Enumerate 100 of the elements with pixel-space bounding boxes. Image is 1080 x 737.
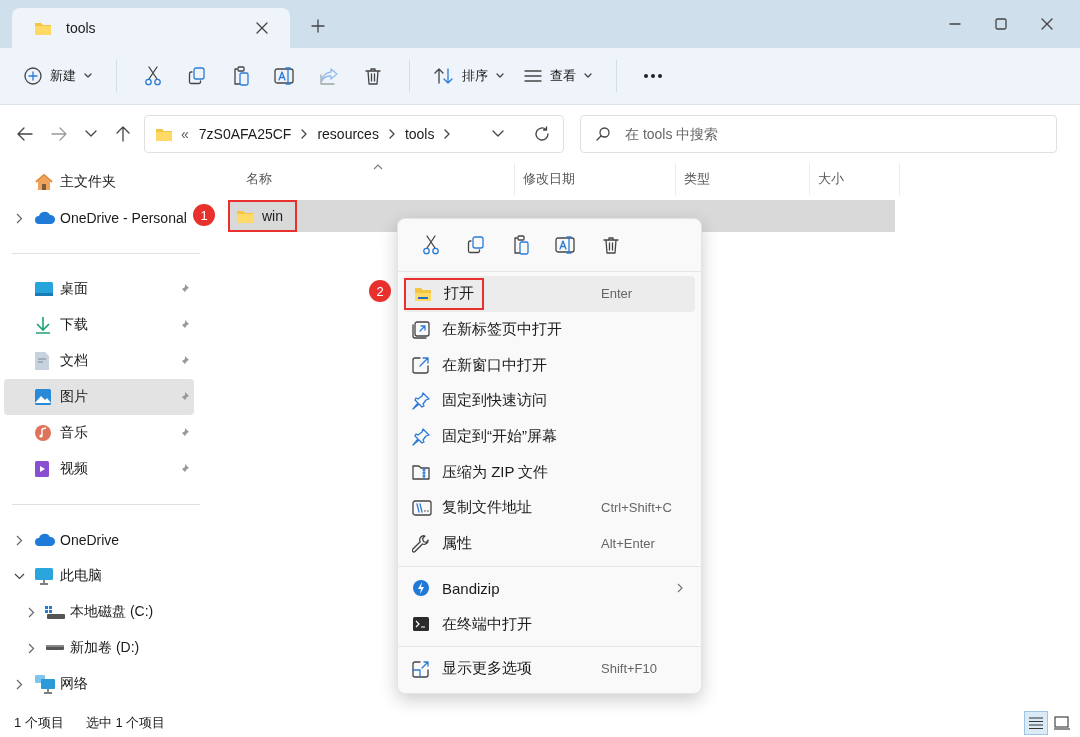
shortcut-text: Enter bbox=[601, 286, 634, 302]
menu-label: 打开 bbox=[444, 284, 474, 304]
column-header[interactable]: 大小 bbox=[810, 163, 900, 195]
trash-icon bbox=[365, 67, 381, 85]
chevron-right-icon[interactable] bbox=[301, 129, 308, 139]
menu-item[interactable]: 固定到“开始”屏幕 bbox=[404, 418, 695, 455]
selection-count: 选中 1 个项目 bbox=[85, 714, 166, 732]
expand-icon bbox=[412, 659, 430, 678]
chevron-right-icon[interactable] bbox=[388, 129, 395, 139]
breadcrumb[interactable]: tools bbox=[404, 126, 435, 142]
rename-icon bbox=[554, 236, 577, 254]
chevron-right-icon[interactable] bbox=[677, 583, 683, 594]
menu-label: 压缩为 ZIP 文件 bbox=[442, 462, 549, 482]
folder-icon bbox=[236, 208, 254, 224]
new-button[interactable]: 新建 bbox=[14, 58, 102, 94]
sidebar-item[interactable]: 文档 bbox=[4, 343, 194, 379]
details-view-button[interactable] bbox=[1024, 711, 1048, 735]
sidebar-item[interactable]: 此电脑 bbox=[4, 558, 194, 594]
chevron-down-icon bbox=[85, 130, 97, 138]
forward-icon bbox=[51, 127, 67, 141]
chevron-right-icon[interactable] bbox=[15, 678, 23, 690]
menu-label: 属性 bbox=[442, 534, 472, 554]
view-button[interactable]: 查看 bbox=[514, 58, 602, 94]
network-icon bbox=[34, 674, 56, 694]
menu-item[interactable]: 固定到快速访问 bbox=[404, 383, 695, 419]
sidebar-item[interactable]: OneDrive - Personal bbox=[4, 200, 194, 236]
shortcut-text: Shift+F10 bbox=[601, 661, 658, 677]
up-arrow-icon bbox=[116, 126, 130, 142]
tab[interactable]: tools bbox=[12, 8, 290, 48]
sidebar-item[interactable]: 本地磁盘 (C:) bbox=[4, 594, 194, 630]
column-header[interactable]: 类型 bbox=[676, 163, 810, 195]
column-header[interactable]: 修改日期 bbox=[515, 163, 676, 195]
sort-button[interactable]: 排序 bbox=[424, 58, 514, 94]
overflow-chevrons[interactable]: « bbox=[181, 126, 189, 142]
plus-icon bbox=[311, 19, 325, 33]
folder-icon bbox=[414, 285, 432, 302]
close-icon bbox=[1041, 18, 1053, 30]
wrench-icon bbox=[412, 534, 430, 553]
cloud-icon bbox=[34, 533, 56, 547]
scissors-icon bbox=[421, 235, 440, 255]
chevron-down-icon[interactable] bbox=[13, 572, 25, 580]
back-icon bbox=[17, 127, 33, 141]
rename-icon bbox=[274, 67, 296, 85]
clipboard-icon bbox=[511, 235, 530, 255]
menu-item[interactable]: 在新窗口中打开 bbox=[404, 347, 695, 384]
menu-label: 在终端中打开 bbox=[442, 614, 532, 634]
list-icon bbox=[524, 69, 542, 83]
chevron-right-icon[interactable] bbox=[444, 129, 451, 139]
shortcut-text: Alt+Enter bbox=[601, 536, 656, 552]
pin-icon bbox=[412, 427, 430, 446]
scissors-icon bbox=[144, 66, 162, 86]
folder-icon bbox=[34, 20, 52, 36]
menu-label: 显示更多选项 bbox=[442, 659, 532, 679]
copy-icon bbox=[188, 67, 206, 85]
caret-icon bbox=[584, 73, 592, 79]
sidebar-item[interactable]: 主文件夹 bbox=[4, 164, 194, 200]
details-view-icon bbox=[1028, 716, 1044, 730]
lightning-icon bbox=[412, 579, 430, 598]
search-field[interactable]: 在 tools 中搜索 bbox=[580, 115, 1057, 153]
sidebar-item[interactable]: 桌面 bbox=[4, 271, 194, 307]
zip-folder-icon bbox=[412, 464, 430, 481]
breadcrumb[interactable]: resources bbox=[317, 126, 379, 142]
copy-icon bbox=[466, 236, 485, 254]
column-header[interactable]: 名称 bbox=[228, 163, 515, 195]
chevron-right-icon[interactable] bbox=[27, 642, 35, 654]
breadcrumb[interactable]: 7zS0AFA25CF bbox=[198, 126, 292, 142]
menu-label: 在新窗口中打开 bbox=[442, 355, 547, 375]
chevron-right-icon[interactable] bbox=[15, 212, 23, 224]
menu-item[interactable]: Bandizip bbox=[404, 570, 695, 607]
menu-item[interactable]: 属性 Alt+Enter bbox=[404, 525, 695, 562]
menu-label: 固定到“开始”屏幕 bbox=[442, 427, 557, 447]
chevron-down-icon bbox=[492, 130, 504, 138]
menu-label: 在新标签页中打开 bbox=[442, 320, 562, 340]
home-icon bbox=[34, 173, 54, 191]
sidebar-item[interactable]: 下载 bbox=[4, 307, 194, 343]
sidebar-item[interactable]: 网络 bbox=[4, 666, 194, 702]
more-icon bbox=[643, 73, 663, 79]
file-name: win bbox=[262, 208, 283, 224]
chevron-right-icon[interactable] bbox=[15, 534, 23, 546]
refresh-icon bbox=[534, 126, 550, 142]
address-bar[interactable]: « 7zS0AFA25CF resources tools bbox=[144, 115, 564, 153]
menu-item[interactable]: 压缩为 ZIP 文件 bbox=[404, 454, 695, 491]
menu-item[interactable]: 复制文件地址 Ctrl+Shift+C bbox=[404, 490, 695, 526]
menu-item[interactable]: 在新标签页中打开 bbox=[404, 311, 695, 348]
sidebar-item[interactable]: 音乐 bbox=[4, 415, 194, 451]
caret-icon bbox=[84, 73, 92, 79]
step-badge: 2 bbox=[369, 280, 391, 302]
chevron-right-icon[interactable] bbox=[27, 606, 35, 618]
menu-label: 复制文件地址 bbox=[442, 498, 532, 518]
menu-label: Bandizip bbox=[442, 579, 500, 597]
sidebar-item[interactable]: 图片 bbox=[4, 379, 194, 415]
menu-label: 固定到快速访问 bbox=[442, 391, 547, 411]
sidebar-item[interactable]: 新加卷 (D:) bbox=[4, 630, 194, 666]
tiles-view-icon bbox=[1054, 716, 1070, 730]
sidebar-item[interactable]: OneDrive bbox=[4, 522, 194, 558]
close-icon bbox=[256, 22, 268, 34]
menu-item[interactable]: 显示更多选项 Shift+F10 bbox=[404, 650, 695, 687]
menu-item[interactable]: 在终端中打开 bbox=[404, 606, 695, 642]
sidebar-item[interactable]: 视频 bbox=[4, 451, 194, 487]
drive-icon bbox=[44, 644, 66, 652]
